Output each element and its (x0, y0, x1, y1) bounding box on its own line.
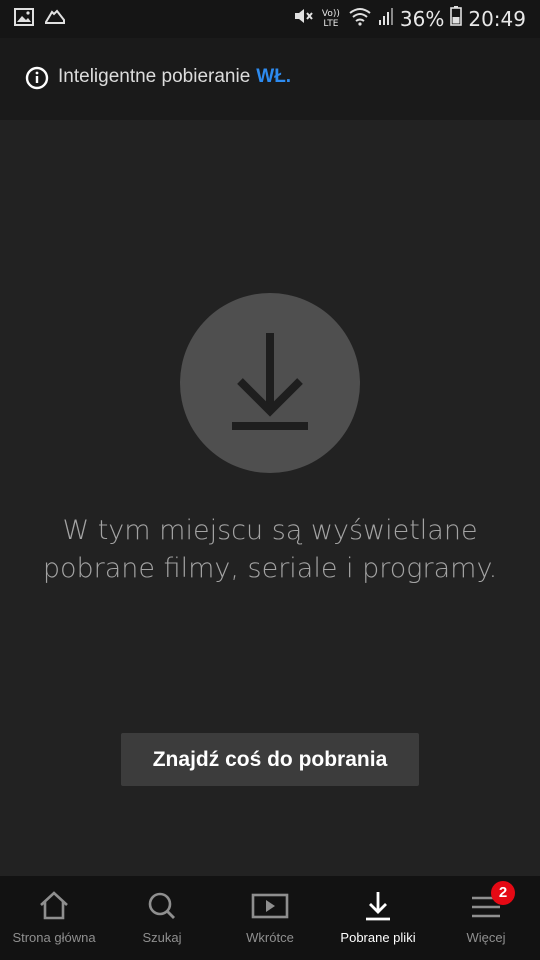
battery-icon (450, 6, 463, 31)
nav-item-home[interactable]: Strona główna (0, 876, 108, 960)
shoe-icon (44, 8, 66, 31)
wifi-icon (348, 6, 372, 31)
home-icon (40, 891, 68, 920)
nav-label-more: Więcej (466, 930, 506, 945)
nav-item-coming-soon[interactable]: Wkrótce (216, 876, 324, 960)
download-icon (366, 892, 390, 921)
gallery-icon (14, 8, 34, 31)
nav-label-search: Szukaj (142, 930, 182, 945)
empty-state-line2: pobrane filmy, seriale i programy. (42, 553, 498, 584)
mute-icon (292, 6, 314, 31)
smart-download-bar[interactable]: Inteligentne pobieranie WŁ. (0, 38, 540, 120)
nav-label-home: Strona główna (12, 930, 96, 945)
search-icon (148, 892, 175, 919)
nav-item-search[interactable]: Szukaj (108, 876, 216, 960)
battery-percent: 36% (399, 6, 445, 31)
empty-state-message: W tym miejscu są wyświetlane pobrane fil… (30, 512, 510, 588)
find-something-to-download-button[interactable]: Znajdź coś do pobrania (121, 733, 419, 786)
clock: 20:49 (468, 6, 526, 31)
info-icon[interactable] (25, 66, 49, 95)
play-icon (251, 893, 289, 919)
volte-indicator: Vo)) LTE (321, 8, 340, 29)
nav-item-more[interactable]: 2 Więcej (432, 876, 540, 960)
smart-download-label: Inteligentne pobieranie WŁ. (58, 66, 291, 88)
bottom-navigation: Strona główna Szukaj Wkrótce Pobrane pli… (0, 876, 540, 960)
notification-badge: 2 (491, 881, 515, 905)
smart-download-text: Inteligentne pobieranie (58, 66, 251, 87)
empty-state-line1: W tym miejscu są wyświetlane (62, 515, 478, 546)
signal-icon (378, 6, 394, 31)
nav-label-coming-soon: Wkrótce (246, 930, 294, 945)
nav-item-downloads[interactable]: Pobrane pliki (324, 876, 432, 960)
nav-label-downloads: Pobrane pliki (340, 930, 416, 945)
download-hero-illustration (180, 293, 360, 473)
status-bar: Vo)) LTE 36% 20:49 (0, 0, 540, 38)
smart-download-toggle[interactable]: WŁ. (256, 66, 291, 87)
download-icon (232, 333, 308, 430)
find-button-label: Znajdź coś do pobrania (152, 747, 388, 771)
